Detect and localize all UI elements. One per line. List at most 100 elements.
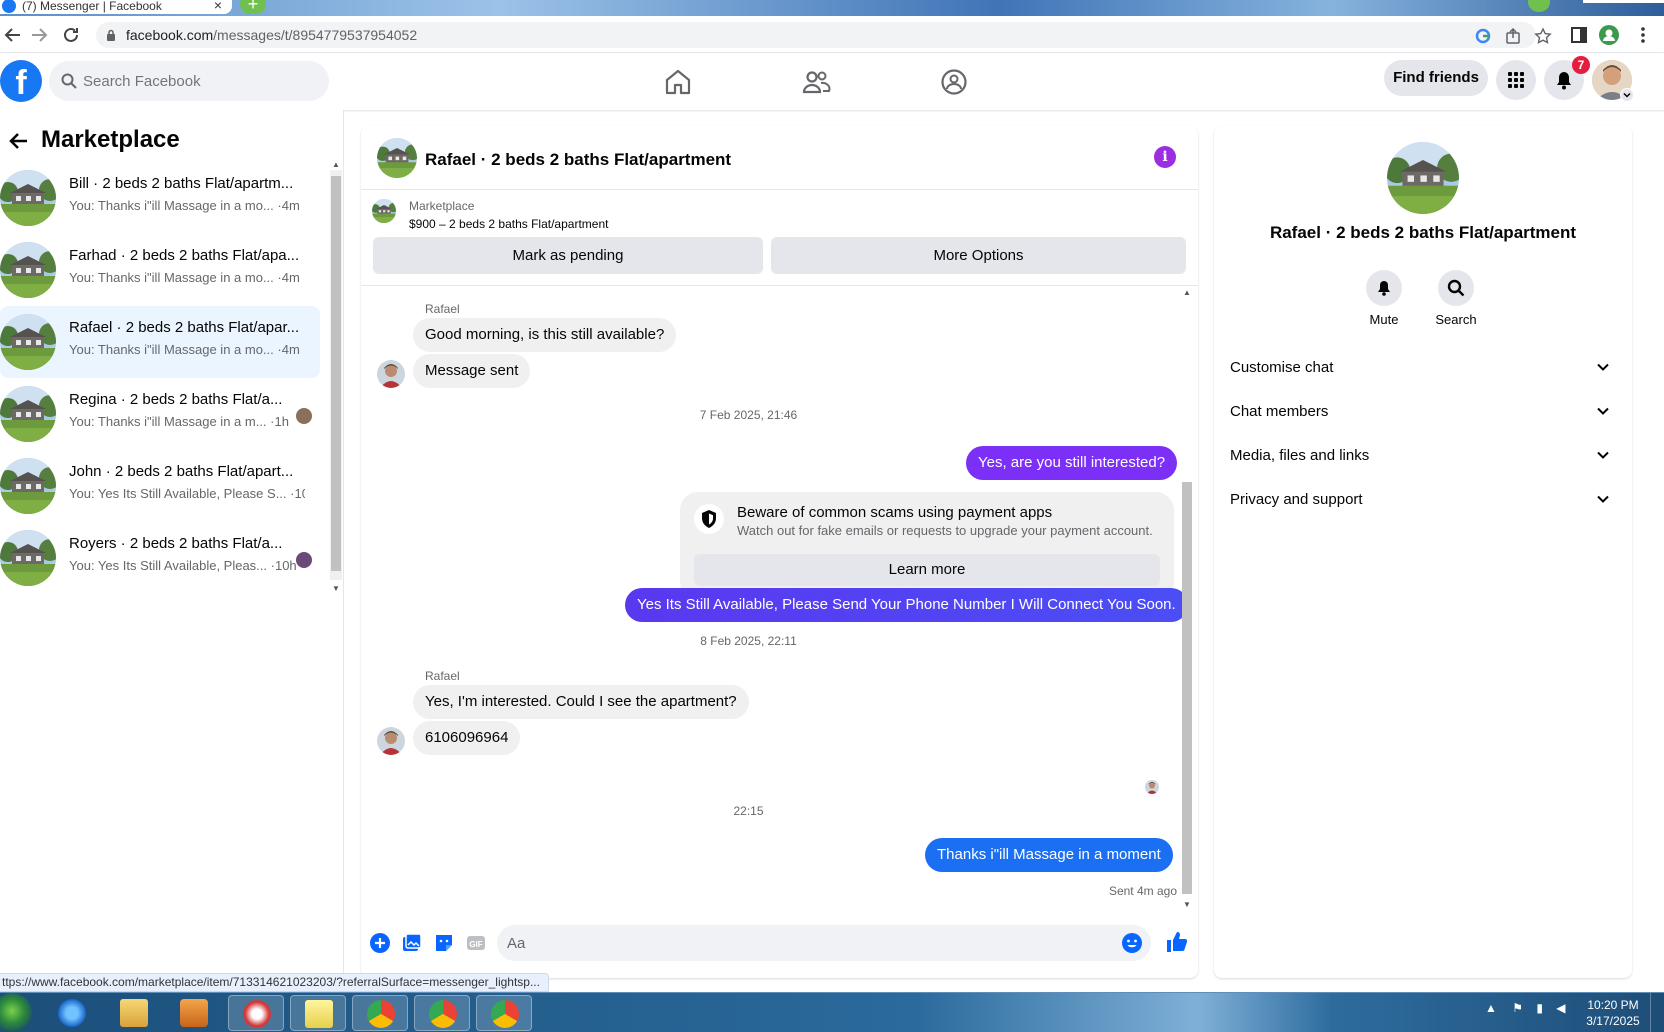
lock-icon[interactable]	[106, 29, 116, 41]
taskbar-chrome-1[interactable]	[352, 995, 408, 1031]
sticker-icon[interactable]	[433, 932, 455, 954]
mark-as-pending-button[interactable]: Mark as pending	[373, 237, 763, 274]
message-bubble-incoming[interactable]: Message sent	[413, 354, 531, 388]
menu-grid-icon[interactable]	[1496, 60, 1536, 100]
find-friends-button[interactable]: Find friends	[1384, 60, 1488, 96]
forward-arrow-icon[interactable]	[28, 24, 50, 46]
message-bubble-outgoing[interactable]: Thanks i"ill Massage in a moment	[925, 838, 1173, 872]
photo-icon[interactable]	[401, 932, 423, 954]
account-chevron-icon[interactable]	[1620, 88, 1634, 102]
listing-price[interactable]: $900 – 2 beds 2 baths Flat/apartment	[409, 217, 608, 231]
chrome-icon	[367, 1000, 395, 1028]
close-tab-icon[interactable]: ×	[214, 0, 222, 13]
taskbar-media-player[interactable]	[166, 995, 222, 1031]
message-bubble-incoming[interactable]: Yes, I'm interested. Could I see the apa…	[413, 685, 749, 719]
chat-title[interactable]: Rafael · 2 beds 2 baths Flat/apartment	[425, 150, 731, 170]
conversation-item-bill[interactable]: Bill · 2 beds 2 baths Flat/apartm... You…	[0, 162, 320, 234]
sidebar-scrollbar[interactable]: ▲ ▼	[330, 160, 342, 593]
mute-button[interactable]: Mute	[1344, 270, 1424, 327]
sender-avatar[interactable]	[377, 727, 405, 755]
message-input[interactable]	[507, 925, 1087, 961]
taskbar-explorer[interactable]	[106, 995, 162, 1031]
emoji-icon[interactable]	[1121, 932, 1143, 954]
message-bubble-outgoing[interactable]: Yes Its Still Available, Please Send You…	[625, 588, 1188, 622]
details-avatar[interactable]	[1387, 142, 1459, 214]
conversation-preview: You: Thanks i"ill Massage in a mo... ·4m	[69, 270, 300, 285]
search-in-chat-button[interactable]: Search	[1416, 270, 1496, 327]
message-bubble-incoming[interactable]: 6106096964	[413, 721, 521, 755]
scroll-up-icon[interactable]: ▲	[332, 160, 340, 169]
thumbs-up-icon[interactable]	[1165, 930, 1188, 952]
conversation-sidebar: Marketplace Bill · 2 beds 2 baths Flat/a…	[0, 110, 344, 992]
bookmark-star-icon[interactable]	[1534, 27, 1552, 45]
privacy-support-section[interactable]: Privacy and support	[1230, 480, 1616, 520]
more-options-button[interactable]: More Options	[771, 237, 1186, 274]
info-icon[interactable]: i	[1154, 146, 1176, 168]
tray-expand-icon[interactable]: ▲	[1485, 1001, 1497, 1015]
conversation-name: Rafael · 2 beds 2 baths Flat/apar...	[69, 319, 300, 336]
browser-tab[interactable]: (7) Messenger | Facebook ×	[0, 0, 232, 14]
section-label: Media, files and links	[1230, 447, 1370, 464]
volume-icon[interactable]: ◀	[1556, 1001, 1565, 1015]
chrome-icon	[429, 1000, 457, 1028]
scroll-up-icon[interactable]: ▲	[1183, 288, 1191, 297]
taskbar-ie[interactable]	[44, 995, 100, 1031]
gif-icon[interactable]: GIF	[465, 932, 487, 954]
scroll-down-icon[interactable]: ▼	[332, 584, 340, 593]
scroll-thumb[interactable]	[331, 176, 341, 571]
sender-avatar[interactable]	[377, 360, 405, 388]
conversation-name: John · 2 beds 2 baths Flat/apart...	[69, 463, 294, 480]
taskbar-chrome-3[interactable]	[476, 995, 532, 1031]
google-translate-icon[interactable]	[1474, 27, 1492, 45]
scroll-thumb[interactable]	[1182, 482, 1192, 894]
gif-label: GIF	[469, 940, 482, 949]
browser-menu-icon[interactable]	[1632, 24, 1654, 46]
conversation-item-john[interactable]: John · 2 beds 2 baths Flat/apart... You:…	[0, 450, 320, 522]
share-icon[interactable]	[1504, 27, 1522, 45]
scroll-down-icon[interactable]: ▼	[1183, 900, 1191, 909]
start-button[interactable]	[0, 993, 32, 1032]
friends-icon[interactable]	[800, 66, 832, 98]
taskbar-snipping-tool[interactable]	[228, 995, 284, 1031]
chat-members-section[interactable]: Chat members	[1230, 392, 1616, 432]
conversation-item-royers[interactable]: Royers · 2 beds 2 baths Flat/a... You: Y…	[0, 522, 320, 594]
show-desktop-button[interactable]	[1650, 993, 1664, 1032]
tab-search-icon[interactable]	[1528, 0, 1550, 12]
action-center-flag-icon[interactable]: ⚑	[1512, 1001, 1523, 1015]
new-tab-button[interactable]: +	[240, 0, 266, 14]
side-panel-icon[interactable]	[1568, 24, 1590, 46]
message-bubble-outgoing[interactable]: Yes, are you still interested?	[966, 446, 1178, 480]
message-bubble-incoming[interactable]: Good morning, is this still available?	[413, 318, 677, 352]
taskbar-sticky-notes[interactable]	[290, 995, 346, 1031]
add-icon[interactable]	[369, 932, 391, 954]
back-arrow-icon[interactable]	[8, 130, 30, 152]
taskbar-chrome-2[interactable]	[414, 995, 470, 1031]
network-icon[interactable]: ▮	[1536, 1001, 1543, 1015]
section-label: Customise chat	[1230, 359, 1334, 376]
customise-chat-section[interactable]: Customise chat	[1230, 348, 1616, 388]
scam-warning-title: Beware of common scams using payment app…	[737, 504, 1053, 521]
learn-more-button[interactable]: Learn more	[694, 554, 1160, 586]
profile-icon[interactable]	[1598, 24, 1620, 46]
address-bar[interactable]: facebook.com/messages/t/8954779537954052	[96, 22, 1552, 48]
facebook-logo[interactable]: f	[0, 60, 42, 102]
listing-thumbnail	[0, 314, 56, 370]
groups-icon[interactable]	[938, 66, 970, 98]
url-text[interactable]: facebook.com/messages/t/8954779537954052	[126, 27, 417, 43]
media-files-links-section[interactable]: Media, files and links	[1230, 436, 1616, 476]
listing-thumbnail[interactable]	[372, 199, 396, 223]
message-input-wrapper[interactable]	[497, 925, 1151, 961]
chat-scrollbar[interactable]: ▲ ▼	[1181, 286, 1193, 912]
conversation-item-rafael[interactable]: Rafael · 2 beds 2 baths Flat/apar... You…	[0, 306, 320, 378]
chevron-down-icon	[1596, 404, 1610, 418]
conversation-item-regina[interactable]: Regina · 2 beds 2 baths Flat/a... You: T…	[0, 378, 320, 450]
back-arrow-icon[interactable]	[2, 24, 24, 46]
facebook-search[interactable]	[49, 61, 329, 101]
taskbar-clock[interactable]: 10:20 PM 3/17/2025	[1578, 997, 1648, 1029]
conversation-item-farhad[interactable]: Farhad · 2 beds 2 baths Flat/apa... You:…	[0, 234, 320, 306]
chat-avatar[interactable]	[377, 138, 417, 178]
search-input[interactable]	[83, 61, 319, 101]
scam-warning-card: Beware of common scams using payment app…	[680, 492, 1174, 600]
home-icon[interactable]	[662, 66, 694, 98]
reload-icon[interactable]	[60, 24, 82, 46]
